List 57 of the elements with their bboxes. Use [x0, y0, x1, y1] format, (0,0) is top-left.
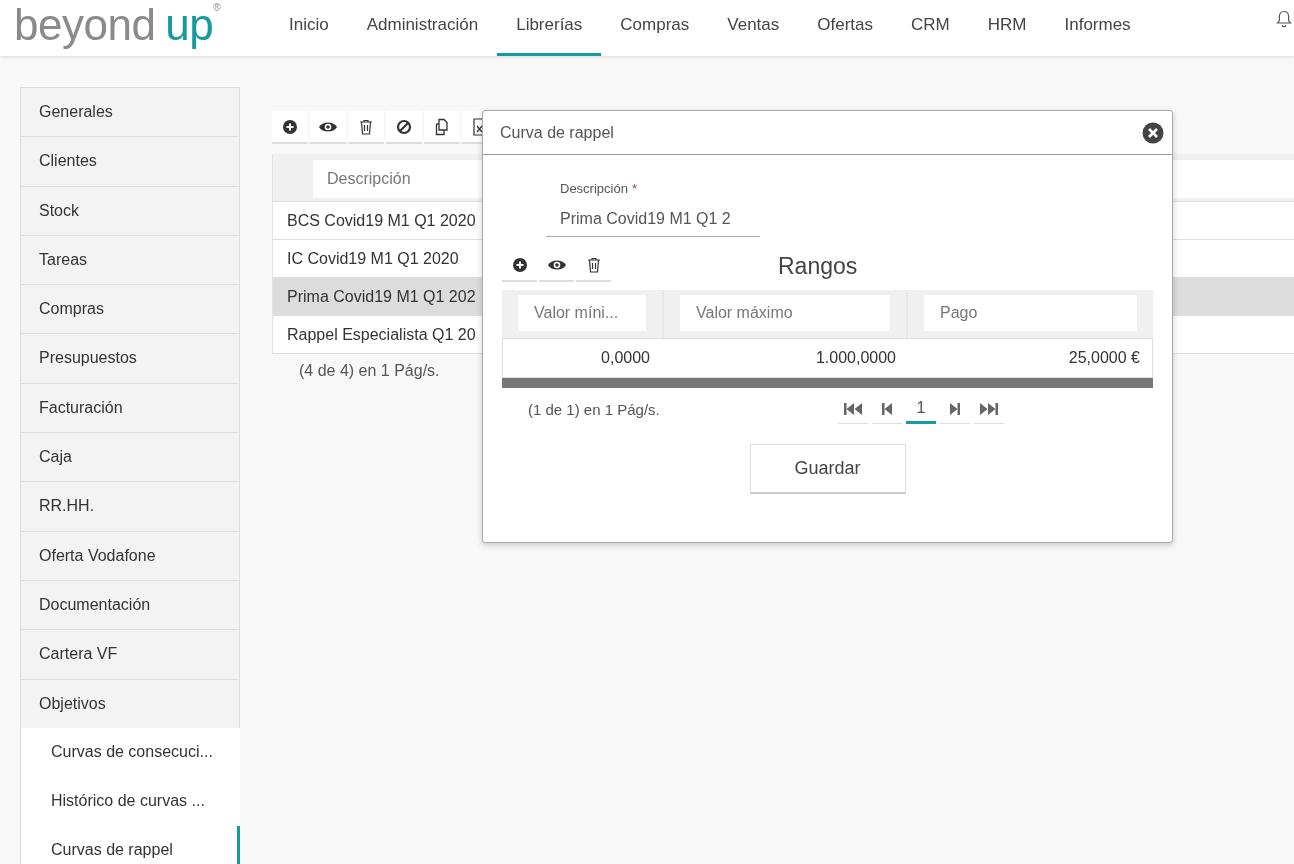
sidebar-item[interactable]: Facturación [21, 383, 239, 434]
ban-icon [396, 118, 412, 135]
scrollbar[interactable] [502, 378, 1153, 388]
copy-button[interactable] [424, 111, 460, 144]
pager-summary: (1 de 1) en 1 Pág/s. [527, 400, 661, 418]
field-value: Prima Covid19 M1 Q1 2 [560, 209, 732, 229]
nav-tab[interactable]: CRM [892, 0, 969, 56]
sidebar-item[interactable]: Objetivos [21, 679, 239, 728]
save-button[interactable]: Guardar [749, 444, 906, 494]
delete-button[interactable] [348, 111, 384, 144]
sidebar-item[interactable]: Stock [21, 186, 239, 236]
skip-last-icon [979, 401, 999, 416]
column-filter-field[interactable]: Valor míni... [518, 295, 646, 331]
plus-icon [282, 118, 298, 135]
sidebar-item[interactable]: Generales [21, 88, 239, 138]
field-label: Descripción [560, 181, 628, 196]
nav-tab[interactable]: Inicio [270, 0, 348, 56]
sidebar-item[interactable]: Caja [21, 433, 239, 483]
sidebar-item[interactable]: Compras [21, 285, 239, 335]
logo[interactable]: beyond up$^{®}$ [0, 3, 264, 47]
trash-icon [586, 257, 601, 273]
dialog-title: Curva de rappel [500, 123, 614, 142]
required-mark: * [631, 181, 637, 196]
nav-tab[interactable]: Ventas [708, 0, 799, 56]
nav-tab[interactable]: Informes [1045, 0, 1150, 56]
sidebar-item[interactable]: Oferta Vodafone [21, 531, 239, 581]
sidebar-item[interactable]: Cartera VF [21, 630, 239, 680]
nav-tab[interactable]: Librerías [497, 0, 602, 56]
column-filter-field[interactable]: Pago [924, 295, 1137, 331]
bell-icon[interactable] [1276, 10, 1292, 28]
eye-icon [546, 258, 567, 272]
skip-next-icon [949, 401, 961, 416]
description-field[interactable]: Descripción * Prima Covid19 M1 Q1 2 [546, 181, 760, 237]
skip-previous-icon [881, 401, 893, 416]
sidebar-item[interactable]: Presupuestos [21, 334, 239, 384]
plus-icon [511, 257, 528, 273]
sidebar-item[interactable]: Tareas [21, 235, 239, 286]
sidebar-item[interactable]: RR.HH. [21, 482, 239, 532]
nav-tab[interactable]: Administración [347, 0, 498, 56]
grid-title: Rangos [778, 252, 858, 280]
nav-tab[interactable]: Ofertas [798, 0, 893, 56]
nav-tab[interactable]: Compras [601, 0, 709, 56]
column-filter-field[interactable]: Valor máximo [680, 295, 890, 331]
table-cell-text: 1.000,0000 [814, 348, 896, 368]
copy-icon [433, 117, 451, 136]
nav-tab[interactable]: HRM [968, 0, 1046, 56]
pager-summary: (4 de 4) en 1 Pág/s. [299, 362, 440, 379]
view-button[interactable] [310, 111, 346, 144]
add-button[interactable] [272, 111, 308, 144]
disable-button[interactable] [386, 111, 422, 144]
close-icon[interactable] [1142, 121, 1164, 144]
table-cell-text: 25,0000 € [1067, 348, 1141, 368]
sidebar-item[interactable]: Clientes [21, 137, 239, 187]
trash-icon [359, 118, 373, 135]
sidebar-item[interactable]: Documentación [21, 580, 239, 631]
table-cell-text: 0,0000 [600, 348, 650, 368]
skip-first-icon [843, 401, 863, 416]
